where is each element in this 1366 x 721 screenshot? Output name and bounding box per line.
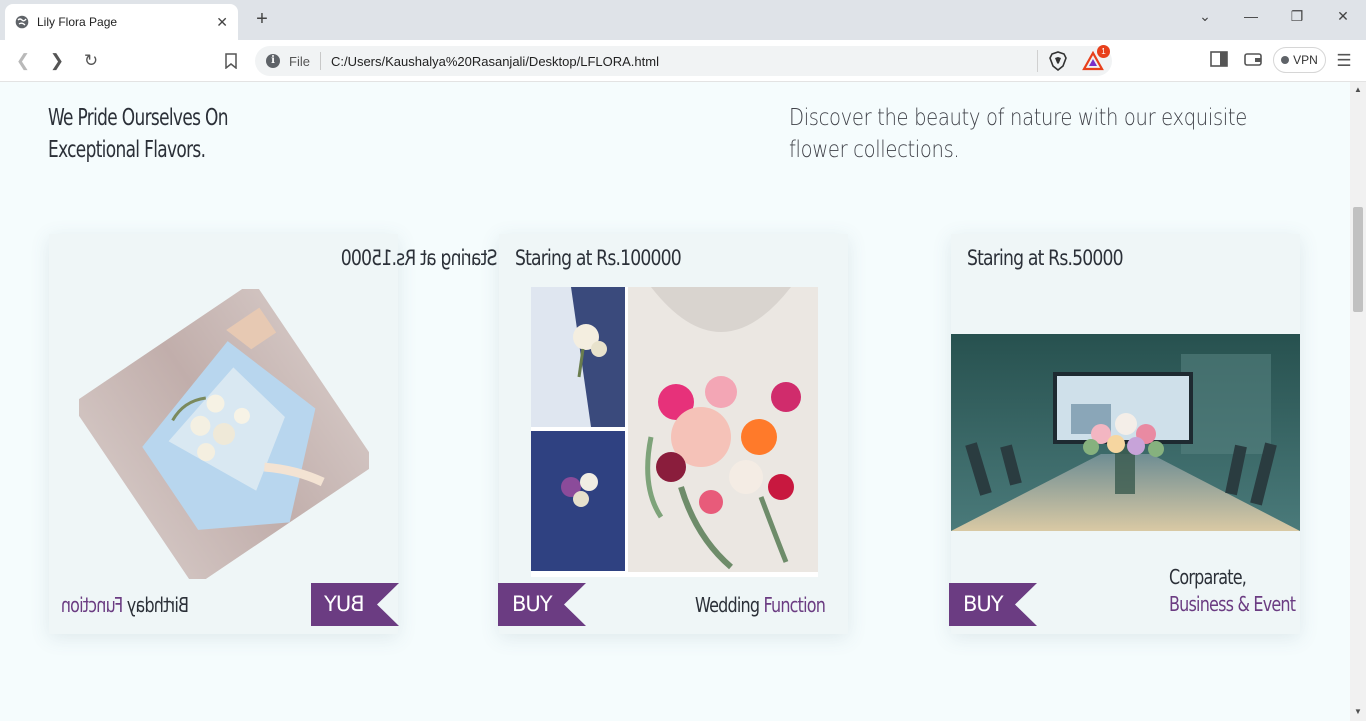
card-caption: Corparate, Business & Event <box>1169 564 1296 618</box>
active-tab[interactable]: Lily Flora Page ✕ <box>5 4 238 40</box>
scrollbar-thumb[interactable] <box>1353 207 1363 312</box>
caption-accent: Business & Event <box>1169 592 1296 616</box>
wallet-icon[interactable] <box>1243 51 1263 71</box>
address-bar[interactable]: i File C:/Users/Kaushalya%20Rasanjali/De… <box>255 45 1112 76</box>
address-divider <box>1037 50 1038 72</box>
buy-label: BUY <box>512 592 553 616</box>
reload-icon[interactable]: ↻ <box>80 50 102 72</box>
buy-button[interactable]: BUY <box>498 583 586 626</box>
back-icon[interactable]: ❮ <box>12 50 34 72</box>
vpn-status-icon <box>1281 56 1290 64</box>
tab-strip: Lily Flora Page ✕ + ⌄ — ❐ ✕ <box>0 0 1366 40</box>
page-viewport: We Pride Ourselves On Exceptional Flavor… <box>0 82 1350 721</box>
vpn-button[interactable]: VPN <box>1273 47 1326 73</box>
buy-button[interactable]: BUY <box>311 583 399 626</box>
caption-main: Wedding <box>695 593 760 617</box>
product-card-wedding: Staring at Rs.100000 BUY Wedding Functio… <box>498 234 848 634</box>
product-card-corporate: Staring at Rs.50000 BUY Corparate, Busin… <box>949 234 1300 634</box>
forward-icon[interactable]: ❯ <box>46 50 68 72</box>
scroll-up-icon[interactable]: ▲ <box>1354 85 1362 94</box>
card-price: Staring at Rs.100000 <box>515 246 682 270</box>
section-heading: We Pride Ourselves On Exceptional Flavor… <box>48 105 228 163</box>
address-url[interactable]: C:/Users/Kaushalya%20Rasanjali/Desktop/L… <box>331 54 1037 69</box>
corporate-bouquet-image <box>951 334 1300 531</box>
brave-shield-icon[interactable] <box>1048 51 1068 71</box>
buy-label: BUY <box>963 592 1004 616</box>
caption-main: Corparate, <box>1169 565 1247 589</box>
section-tagline: Discover the beauty of nature with our e… <box>789 105 1247 163</box>
plus-icon[interactable]: + <box>252 8 272 30</box>
browser-toolbar: ❮ ❯ ↻ i File C:/Users/Kaushalya%20Rasanj… <box>0 40 1366 82</box>
close-icon[interactable]: ✕ <box>216 14 228 31</box>
buy-label: BUY <box>325 592 365 616</box>
brave-rewards-icon[interactable]: 1 <box>1082 45 1110 71</box>
card-caption: Wedding Function <box>695 592 826 619</box>
card-price: Staring at Rs.15000 <box>341 246 498 270</box>
card-price: Staring at Rs.50000 <box>967 246 1124 270</box>
menu-icon[interactable]: ☰ <box>1334 51 1354 71</box>
caption-accent: Function <box>61 593 124 617</box>
minimize-icon[interactable]: — <box>1241 8 1261 24</box>
product-card-birthday: Staring at Rs.15000 BUY Birthday Functio… <box>49 234 497 634</box>
buy-button[interactable]: BUY <box>949 583 1037 626</box>
address-scheme: File <box>289 53 310 69</box>
caption-main: Birthday <box>127 593 189 617</box>
address-separator <box>319 52 321 70</box>
rewards-badge: 1 <box>1097 45 1110 58</box>
window-close-icon[interactable]: ✕ <box>1333 8 1353 25</box>
info-icon[interactable]: i <box>266 54 280 68</box>
tab-title: Lily Flora Page <box>37 15 118 29</box>
sidebar-icon[interactable] <box>1209 51 1229 71</box>
card-caption: Birthday Function <box>62 592 189 619</box>
vpn-label: VPN <box>1293 53 1318 67</box>
chevron-down-icon[interactable]: ⌄ <box>1195 8 1215 25</box>
bookmark-icon[interactable] <box>220 50 242 72</box>
restore-icon[interactable]: ❐ <box>1287 8 1307 25</box>
page-scrollbar[interactable]: ▲ ▼ <box>1350 82 1366 721</box>
scroll-down-icon[interactable]: ▼ <box>1354 707 1362 716</box>
globe-icon <box>15 15 29 29</box>
caption-accent: Function <box>763 593 826 617</box>
birthday-bouquet-image <box>79 289 369 579</box>
wedding-bouquet-image <box>531 287 818 577</box>
